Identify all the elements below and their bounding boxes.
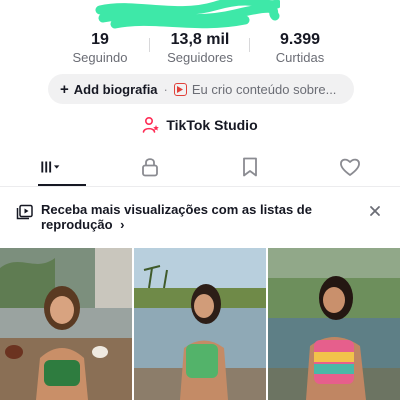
video-thumbnail-image <box>134 248 266 400</box>
add-bio-label[interactable]: Add biografia <box>74 82 158 97</box>
plus-icon: + <box>60 80 69 98</box>
heart-icon <box>340 158 360 176</box>
following-count: 19 <box>91 31 109 48</box>
redaction-scribble <box>95 0 280 29</box>
playlist-banner[interactable]: Receba mais visualizações com as listas … <box>0 196 400 240</box>
profile-tabs <box>0 148 400 186</box>
stat-likes[interactable]: 9.399 Curtidas <box>250 30 350 70</box>
tab-liked[interactable] <box>300 148 400 186</box>
video-thumbnail-image <box>0 248 132 400</box>
chevron-right-icon: › <box>120 217 125 232</box>
banner-message: Receba mais visualizações com as listas … <box>41 202 331 232</box>
studio-person-icon <box>143 116 160 133</box>
creator-category-text[interactable]: Eu crio conteúdo sobre... <box>192 82 337 97</box>
banner-text: Receba mais visualizações com as listas … <box>41 202 312 232</box>
video-thumbnail[interactable] <box>0 248 132 400</box>
video-thumbnail-image <box>268 248 400 400</box>
stat-following[interactable]: 19 Seguindo <box>50 30 150 70</box>
grid-icon <box>41 161 60 173</box>
creator-play-icon <box>173 82 187 96</box>
studio-label: TikTok Studio <box>166 117 258 133</box>
tabs-divider <box>0 186 400 187</box>
tab-private[interactable] <box>100 148 200 186</box>
likes-label: Curtidas <box>275 50 325 65</box>
following-label: Seguindo <box>72 50 128 65</box>
bio-separator: · <box>163 81 168 97</box>
tab-saved[interactable] <box>200 148 300 186</box>
lock-icon <box>142 158 158 177</box>
playlist-icon <box>16 204 33 220</box>
close-icon[interactable] <box>368 204 382 218</box>
video-thumbnail[interactable] <box>268 248 400 400</box>
bookmark-icon <box>243 157 257 177</box>
tiktok-studio-link[interactable]: TikTok Studio <box>0 114 400 136</box>
video-thumbnail[interactable] <box>134 248 266 400</box>
video-grid <box>0 248 400 400</box>
profile-stats: 19 Seguindo 13,8 mil Seguidores 9.399 Cu… <box>0 30 400 70</box>
bio-pill[interactable]: + Add biografia · Eu crio conteúdo sobre… <box>48 74 354 104</box>
followers-label: Seguidores <box>167 50 233 65</box>
followers-count: 13,8 mil <box>170 31 230 48</box>
stat-followers[interactable]: 13,8 mil Seguidores <box>150 30 250 70</box>
likes-count: 9.399 <box>279 31 321 48</box>
tab-videos[interactable] <box>0 148 100 186</box>
